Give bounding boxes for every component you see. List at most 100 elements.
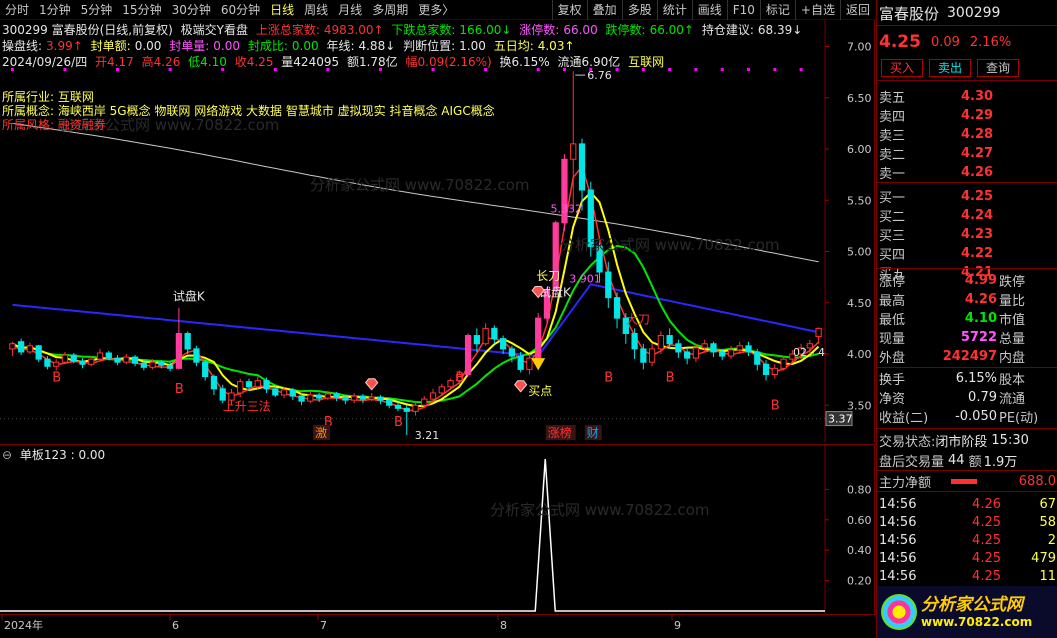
bid-row: 买三 4.23 [877,224,1057,244]
tick-row: 14:56 4.26 67 [877,494,1057,514]
toolbar-btn-0[interactable]: 复权 [551,0,587,20]
candle [754,348,761,371]
tick-time: 14:56 [879,532,917,548]
period-tab-0[interactable]: 分时 [0,1,34,18]
event-tag-cai[interactable]: 财 [584,425,602,440]
time-tick-label: 2024年 [4,618,43,632]
svg-text:3.37: 3.37 [828,413,853,426]
period-tab-1[interactable]: 1分钟 [34,1,76,18]
event-tag-zb[interactable]: 涨榜 [545,425,576,440]
tick-volume: 479 [1031,550,1056,566]
up-count-value: 4983.00↑ [323,23,384,37]
candle [123,354,130,365]
period-tab-8[interactable]: 月线 [333,1,367,18]
stat2-row: 收益(二) -0.050 PE(动) [877,406,1057,426]
after-hours-label: 盘后交易量 [879,454,945,470]
seal-amount-label: 封单额: [90,39,131,53]
indicator-chart[interactable]: 0.80 0.60 0.40 0.20 分析家公式网 www.70822.com [0,445,875,615]
sell-button[interactable]: 卖出 [929,59,972,77]
seal-amount-value: 0.00 [134,39,162,53]
price-tick-label: 4.50 [847,297,872,310]
tick-time: 14:56 [879,550,917,566]
candle [18,338,25,356]
stat2-label: 净资 [879,391,906,407]
ma-yellow-line [11,191,820,408]
trade-status-label: 交易状态: [879,434,936,450]
toolbar-btn-6[interactable]: 标记 [759,0,795,20]
toolbar-btn-1[interactable]: 叠加 [586,0,622,20]
candle [131,355,139,367]
ask-label: 卖三 [879,128,906,144]
toolbar-btn-7[interactable]: +自选 [794,0,840,20]
candle [175,307,183,370]
trade-status-time: 15:30 [991,432,1029,448]
candle [771,364,778,379]
ask-price: 4.27 [961,145,994,161]
stat-label-2: 总量 [999,331,1026,347]
stat2-row: 换手 6.15% 股本 [877,368,1057,388]
toolbar-right: 复权 叠加 多股 统计 画线 F10 标记 +自选 返回 [551,0,875,20]
stat-label: 涨停 [879,274,906,290]
panel-price-row: 4.25 0.09 2.16% [877,32,1057,52]
query-button[interactable]: 查询 [977,59,1020,77]
single-board-series [0,458,825,612]
tick-volume: 67 [1039,496,1056,512]
period-tab-6[interactable]: 日线 [265,1,299,18]
candle [745,341,752,357]
line-a-label: 操盘线: [2,39,43,53]
period-tab-10[interactable]: 更多〉 [413,1,459,18]
stat2-label: 换手 [879,372,906,388]
stat-row: 现量 5722 总量 [877,327,1057,347]
kline-chart[interactable]: 7.00 6.50 6.00 5.50 5.00 4.50 4.00 3.503.37 6.76… [0,20,875,442]
candle [359,393,367,404]
buy-mark-b: B [455,371,464,386]
bid-price: 4.24 [961,207,994,223]
period-tab-7[interactable]: 周线 [299,1,333,18]
buy-button[interactable]: 买入 [881,59,924,77]
panel-divider [877,268,1057,269]
big-blade-label: 大刀 [626,312,650,326]
toolbar-btn-4[interactable]: 画线 [691,0,727,20]
toolbar-btn-5[interactable]: F10 [726,0,760,20]
panel-divider [877,80,1057,81]
indicator-sub-pane[interactable]: 0.80 0.60 0.40 0.20 分析家公式网 www.70822.com ⊖ 单… [0,444,875,615]
ask-row: 卖四 4.29 [877,105,1057,125]
time-tick-label: 6 [172,619,179,632]
ma-red-line [12,164,820,412]
tick-volume: 11 [1039,568,1056,584]
peak-price-label: 6.76 [587,69,612,82]
period-tab-4[interactable]: 30分钟 [167,1,216,18]
limitup-count-label: 涨停数: [519,23,560,37]
event-tag-ji[interactable]: 激 [313,425,331,440]
style-overlay: 所属风格: 融资融券 [2,118,106,132]
toolbar-btn-2[interactable]: 多股 [621,0,657,20]
period-tab-3[interactable]: 15分钟 [117,1,166,18]
sub-pane-collapse-icon[interactable]: ⊖ [2,448,12,462]
period-tab-9[interactable]: 多周期 [367,1,413,18]
period-tab-2[interactable]: 5分钟 [76,1,118,18]
watermark-text: 分析家公式网 www.70822.com [310,176,530,194]
indicator-name[interactable]: 极端交Y看盘 [181,23,248,37]
toolbar-btn-3[interactable]: 统计 [656,0,692,20]
tick-price: 4.26 [972,496,1001,512]
main-chart-pane[interactable]: 7.00 6.50 6.00 5.50 5.00 4.50 4.00 3.50 3.37 6.76… [0,20,875,442]
stat2-label: 收益(二) [879,410,929,426]
stat2-row: 净资 0.79 流通 [877,387,1057,407]
signal-dot [773,68,777,71]
bar-float: 流通6.90亿 [557,55,621,69]
candle [464,333,472,377]
stat-label-2: 内盘 [999,350,1026,366]
svg-text:激: 激 [315,426,327,440]
brand-logo-text: 分析家公式网 www.70822.com [921,595,1032,630]
toolbar-btn-8[interactable]: 返回 [839,0,875,20]
candle [657,331,665,354]
sub-tick-label: 0.80 [847,483,872,496]
ma-green-line [11,244,819,404]
buy-mark-b: B [666,371,675,386]
candle [202,360,209,381]
candle [412,402,419,416]
bar-amount: 额1.78亿 [346,55,398,69]
period-tab-5[interactable]: 60分钟 [216,1,265,18]
after-hours-volume: 44 [948,452,965,468]
candle [79,358,86,369]
